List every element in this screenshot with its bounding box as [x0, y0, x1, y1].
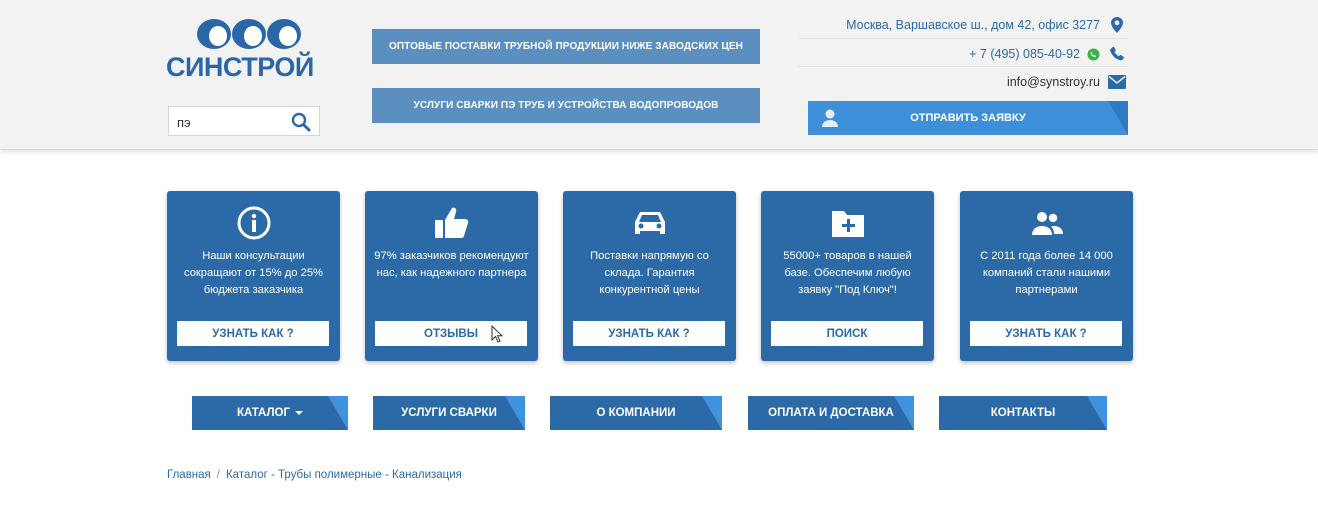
address-text: Москва, Варшавское ш., дом 42, офис 3277	[846, 18, 1100, 32]
learn-how-button[interactable]: УЗНАТЬ КАК ?	[970, 321, 1122, 346]
mail-icon	[1108, 73, 1126, 91]
corner-decoration	[328, 396, 348, 430]
promo-banner-welding[interactable]: УСЛУГИ СВАРКИ ПЭ ТРУБ И УСТРОЙСТВА ВОДОП…	[372, 88, 760, 123]
folder-plus-icon	[761, 205, 934, 241]
card-text: 97% заказчиков рекомендуют нас, как наде…	[374, 250, 529, 279]
car-icon	[563, 205, 736, 241]
users-icon	[960, 205, 1133, 241]
nav-payment-label: ОПЛАТА И ДОСТАВКА	[768, 407, 894, 419]
breadcrumb-separator: /	[216, 469, 220, 481]
reviews-button[interactable]: ОТЗЫВЫ	[375, 321, 527, 346]
logo-icon	[197, 19, 301, 49]
learn-how-button[interactable]: УЗНАТЬ КАК ?	[177, 321, 329, 346]
card-products: 55000+ товаров в нашей базе. Обеспечим л…	[761, 191, 934, 361]
nav-about-label: О КОМПАНИИ	[596, 407, 676, 419]
phone-text[interactable]: + 7 (495) 085-40-92	[969, 47, 1080, 61]
breadcrumb-home[interactable]: Главная	[167, 469, 211, 481]
divider	[798, 38, 1128, 39]
mouse-cursor-icon	[491, 325, 503, 343]
nav-about[interactable]: О КОМПАНИИ	[550, 396, 722, 430]
learn-how-button[interactable]: УЗНАТЬ КАК ?	[573, 321, 725, 346]
nav-welding[interactable]: УСЛУГИ СВАРКИ	[373, 396, 525, 430]
card-text: 55000+ товаров в нашей базе. Обеспечим л…	[783, 250, 912, 296]
card-delivery: Поставки напрямую со склада. Гарантия ко…	[563, 191, 736, 361]
nav-welding-label: УСЛУГИ СВАРКИ	[401, 407, 497, 419]
corner-decoration	[505, 396, 525, 430]
search-box	[168, 106, 320, 136]
search-icon	[291, 112, 311, 132]
send-request-label: ОТПРАВИТЬ ЗАЯВКУ	[910, 112, 1026, 124]
nav-catalog-label: КАТАЛОГ	[236, 407, 304, 419]
address-row: Москва, Варшавское ш., дом 42, офис 3277	[846, 16, 1126, 34]
corner-decoration	[1087, 396, 1107, 430]
card-partners: С 2011 года более 14 000 компаний стали …	[960, 191, 1133, 361]
corner-decoration	[894, 396, 914, 430]
nav-contacts-label: КОНТАКТЫ	[990, 407, 1056, 419]
site-header: СИНСТРОЙ ОПТОВЫЕ ПОСТАВКИ ТРУБНОЙ ПРОДУК…	[0, 0, 1318, 150]
card-consultations: Наши консультации сокращают от 15% до 25…	[167, 191, 340, 361]
card-text: Поставки напрямую со склада. Гарантия ко…	[590, 250, 709, 296]
search-input[interactable]	[177, 113, 287, 131]
nav-catalog[interactable]: КАТАЛОГ	[192, 396, 348, 430]
logo[interactable]: СИНСТРОЙ	[166, 16, 316, 82]
info-icon	[167, 205, 340, 241]
nav-contacts[interactable]: КОНТАКТЫ	[939, 396, 1107, 430]
promo-banner-wholesale[interactable]: ОПТОВЫЕ ПОСТАВКИ ТРУБНОЙ ПРОДУКЦИИ НИЖЕ …	[372, 29, 760, 64]
whatsapp-icon[interactable]	[1086, 45, 1100, 63]
nav-catalog-text: КАТАЛОГ	[236, 407, 291, 419]
phone-row[interactable]: + 7 (495) 085-40-92	[969, 45, 1126, 63]
card-text: С 2011 года более 14 000 компаний стали …	[980, 250, 1113, 296]
divider	[798, 66, 1128, 67]
card-text: Наши консультации сокращают от 15% до 25…	[183, 250, 324, 296]
email-row[interactable]: info@synstroy.ru	[1007, 73, 1126, 91]
chevron-down-icon	[295, 410, 304, 415]
search-button[interactable]: ПОИСК	[771, 321, 923, 346]
thumbs-up-icon	[365, 205, 538, 241]
corner-decoration	[1108, 101, 1128, 135]
nav-payment-delivery[interactable]: ОПЛАТА И ДОСТАВКА	[748, 396, 914, 430]
send-request-button[interactable]: ОТПРАВИТЬ ЗАЯВКУ	[808, 101, 1128, 135]
map-pin-icon	[1108, 16, 1126, 34]
corner-decoration	[702, 396, 722, 430]
user-icon	[822, 109, 838, 127]
card-reviews: 97% заказчиков рекомендуют нас, как наде…	[365, 191, 538, 361]
breadcrumb-current: Каталог - Трубы полимерные - Канализация	[225, 469, 462, 481]
search-button[interactable]	[291, 112, 311, 132]
breadcrumb: Главная / Каталог - Трубы полимерные - К…	[167, 469, 462, 481]
email-text[interactable]: info@synstroy.ru	[1007, 75, 1100, 89]
logo-text: СИНСТРОЙ	[166, 52, 314, 82]
phone-icon	[1108, 45, 1126, 63]
